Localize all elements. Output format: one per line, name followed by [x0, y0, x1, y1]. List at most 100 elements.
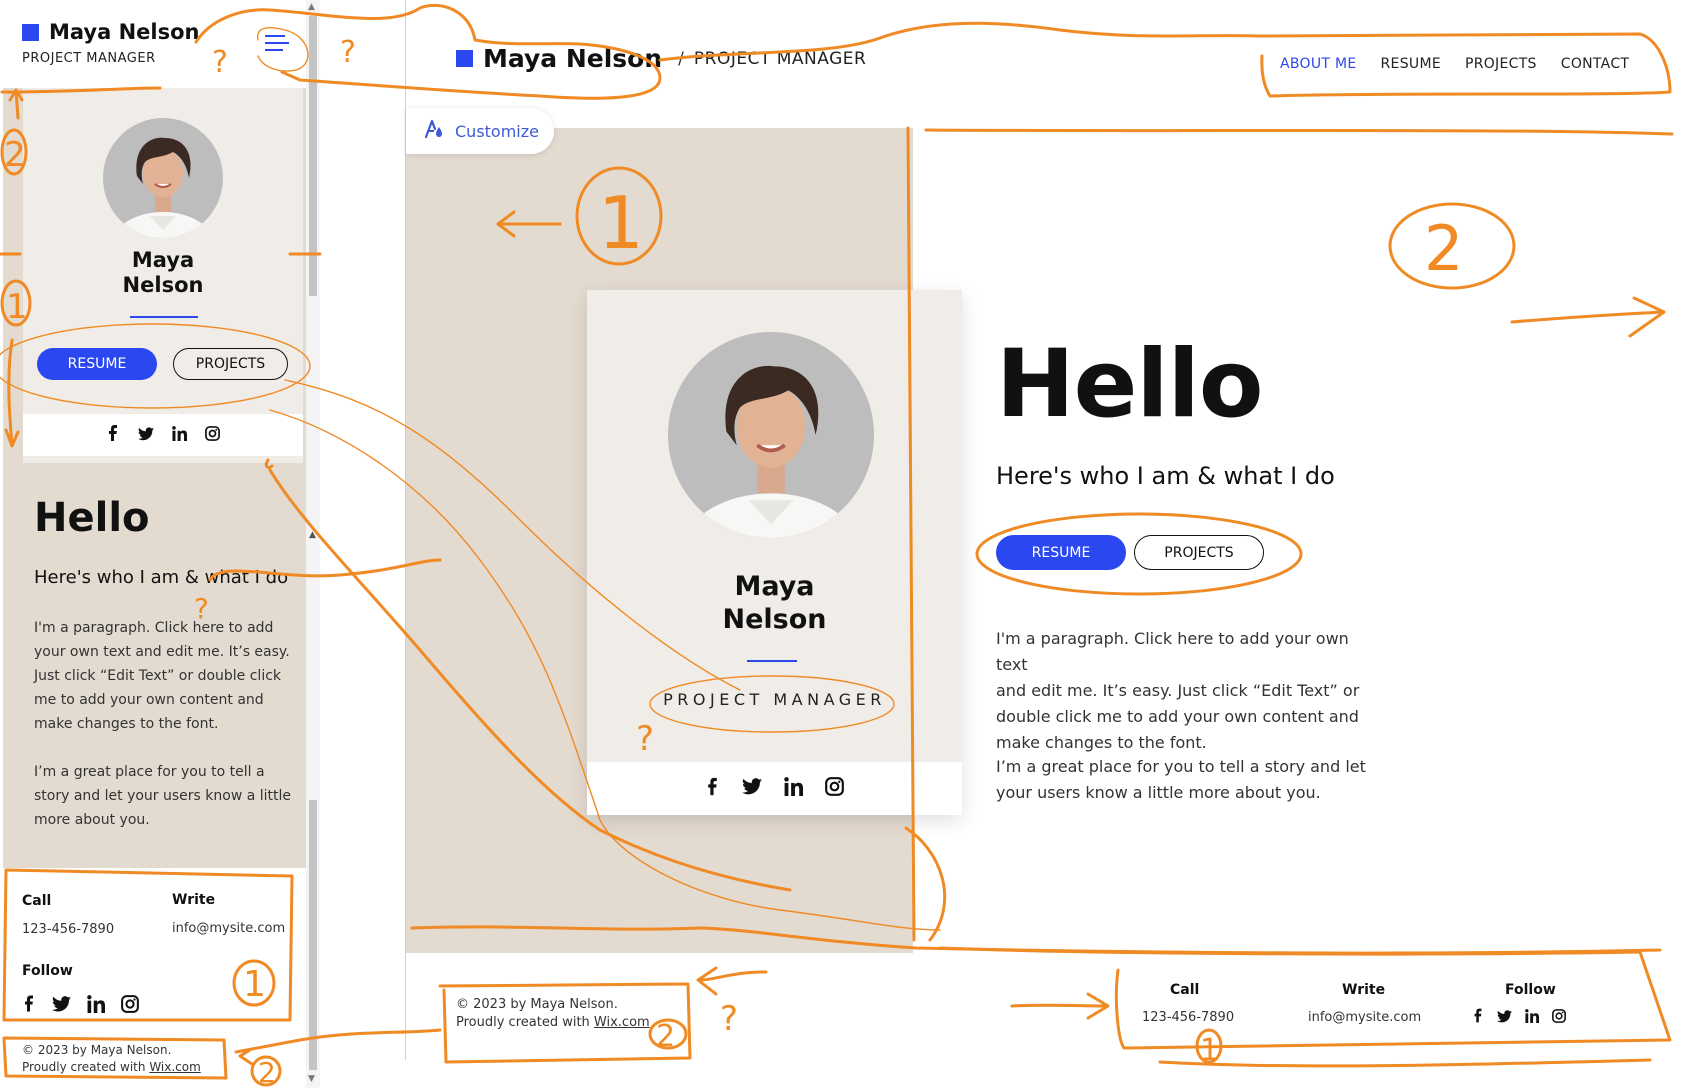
twitter-icon[interactable] [52, 995, 71, 1016]
mobile-profile-card: Maya Nelson RESUME PROJECTS [23, 88, 303, 463]
desktop-footer-call-label: Call [1170, 982, 1200, 998]
text-line: double click me to add your own content … [996, 707, 1359, 726]
annotation-question: ? [340, 35, 356, 70]
desktop-profile-card: Maya Nelson PROJECT MANAGER [587, 290, 962, 815]
desktop-footer-phone[interactable]: 123-456-7890 [1142, 1010, 1234, 1025]
mobile-preview: Maya Nelson PROJECT MANAGER Maya Nelson … [0, 0, 320, 1088]
created-with-line: Proudly created with Wix.com [456, 1014, 650, 1032]
text-line: I’m a great place for you to tell a [34, 764, 265, 780]
desktop-brand-name: Maya Nelson [483, 44, 663, 73]
customize-label: Customize [455, 121, 539, 141]
desktop-brand[interactable]: Maya Nelson / PROJECT MANAGER [456, 44, 866, 73]
desktop-projects-button[interactable]: PROJECTS [1134, 535, 1264, 570]
mobile-card-name: Maya Nelson [23, 248, 303, 298]
nav-about-me[interactable]: ABOUT ME [1280, 56, 1357, 72]
facebook-icon[interactable] [22, 994, 36, 1017]
mobile-brand[interactable]: Maya Nelson [22, 20, 200, 44]
mobile-resume-button[interactable]: RESUME [37, 348, 157, 380]
nav-resume[interactable]: RESUME [1381, 56, 1441, 72]
instagram-icon[interactable] [825, 777, 844, 800]
mobile-projects-button[interactable]: PROJECTS [173, 348, 288, 380]
scrollbar-thumb[interactable] [309, 800, 317, 1070]
facebook-icon[interactable] [106, 425, 120, 445]
linkedin-icon[interactable] [1525, 1008, 1539, 1027]
twitter-icon[interactable] [138, 426, 154, 445]
mobile-role: PROJECT MANAGER [22, 51, 156, 66]
linkedin-icon[interactable] [784, 777, 803, 800]
brand-square-icon [22, 23, 39, 41]
created-prefix: Proudly created with [22, 1060, 150, 1074]
mobile-card-first-name: Maya [131, 248, 195, 272]
text-line: make changes to the font. [996, 733, 1207, 752]
scroll-down-icon[interactable]: ▼ [308, 1074, 315, 1084]
scrollbar-thumb[interactable] [309, 16, 317, 296]
text-line: I’m a great place for you to tell a stor… [996, 757, 1366, 776]
hamburger-menu-icon[interactable] [262, 30, 292, 58]
instagram-icon[interactable] [1552, 1008, 1566, 1027]
copyright-text: © 2023 by Maya Nelson. [456, 997, 618, 1012]
instagram-icon[interactable] [205, 425, 220, 445]
annotation-number: 1 [1200, 1033, 1219, 1068]
facebook-icon[interactable] [705, 777, 720, 800]
brand-square-icon [456, 50, 473, 67]
text-line: I'm a paragraph. Click here to add your … [996, 629, 1349, 674]
desktop-subtitle: Here's who I am & what I do [996, 462, 1335, 490]
desktop-copyright: © 2023 by Maya Nelson. Proudly created w… [456, 996, 650, 1032]
mobile-scrollbar[interactable]: ▲ ▼ [306, 0, 320, 1088]
mobile-footer-call-label: Call [22, 893, 52, 909]
twitter-icon[interactable] [742, 778, 762, 799]
nav-projects[interactable]: PROJECTS [1465, 56, 1537, 72]
mobile-footer-email[interactable]: info@mysite.com [172, 921, 285, 936]
desktop-paragraph-1: I'm a paragraph. Click here to add your … [996, 626, 1376, 756]
desktop-footer-follow-label: Follow [1505, 982, 1556, 998]
text-line: me to add your own content and [34, 692, 264, 708]
mobile-card-last-name: Nelson [122, 273, 204, 297]
annotation-question: ? [720, 999, 738, 1039]
mobile-header: Maya Nelson PROJECT MANAGER [0, 0, 305, 88]
mobile-footer-phone[interactable]: 123-456-7890 [22, 922, 114, 937]
text-line: your own text and edit me. It’s easy. [34, 644, 290, 660]
mobile-footer-write-label: Write [172, 892, 216, 908]
mobile-footer-follow-label: Follow [22, 963, 73, 979]
mobile-hello-heading: Hello [34, 495, 150, 541]
mobile-brand-name: Maya Nelson [49, 20, 200, 44]
customize-icon [424, 119, 446, 143]
twitter-icon[interactable] [1497, 1008, 1512, 1027]
desktop-footer-email[interactable]: info@mysite.com [1308, 1010, 1421, 1025]
desktop-card-social [587, 762, 962, 815]
copyright-text: © 2023 by Maya Nelson. [22, 1043, 172, 1057]
linkedin-icon[interactable] [87, 994, 105, 1017]
annotation-number: 2 [1424, 212, 1463, 285]
desktop-footer-social [1472, 1008, 1566, 1027]
desktop-resume-button[interactable]: RESUME [996, 535, 1126, 570]
desktop-card-last-name: Nelson [722, 604, 827, 635]
wix-link[interactable]: Wix.com [594, 1015, 650, 1030]
text-line: your users know a little more about you. [996, 783, 1321, 802]
annotation-number: 2 [656, 1019, 675, 1054]
wix-link[interactable]: Wix.com [149, 1060, 200, 1074]
text-line: make changes to the font. [34, 716, 219, 732]
scroll-up-icon[interactable]: ▲ [308, 2, 315, 12]
text-line: I'm a paragraph. Click here to add [34, 620, 274, 636]
mobile-paragraph-2: I’m a great place for you to tell a stor… [34, 760, 296, 832]
nav-contact[interactable]: CONTACT [1561, 56, 1630, 72]
customize-button[interactable]: Customize [406, 108, 554, 154]
text-line: more about you. [34, 812, 150, 828]
text-line: and edit me. It’s easy. Just click “Edit… [996, 681, 1360, 700]
caret-up-icon: ▲ [309, 530, 316, 540]
brand-separator: / [678, 48, 684, 69]
created-prefix: Proudly created with [456, 1015, 594, 1030]
desktop-nav: ABOUT ME RESUME PROJECTS CONTACT [1280, 56, 1629, 72]
desktop-paragraph-2: I’m a great place for you to tell a stor… [996, 754, 1376, 806]
mobile-social-bar [23, 414, 303, 456]
mobile-paragraph-1: I'm a paragraph. Click here to add your … [34, 616, 296, 736]
mobile-copyright: © 2023 by Maya Nelson. Proudly created w… [22, 1042, 201, 1076]
facebook-icon[interactable] [1472, 1008, 1484, 1027]
desktop-card-name: Maya Nelson [587, 570, 962, 636]
desktop-brand-role: PROJECT MANAGER [693, 48, 867, 69]
text-line: Just click “Edit Text” or double click [34, 668, 282, 684]
instagram-icon[interactable] [121, 994, 139, 1017]
linkedin-icon[interactable] [172, 425, 187, 445]
mobile-footer-social [22, 994, 139, 1017]
desktop-hello-heading: Hello [996, 330, 1263, 439]
